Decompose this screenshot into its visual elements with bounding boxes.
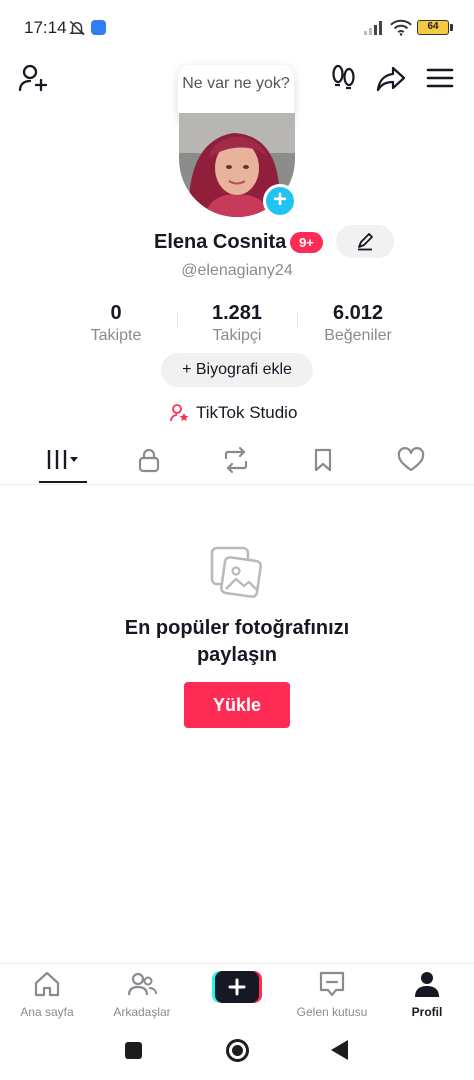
studio-label: TikTok Studio: [196, 403, 298, 422]
edit-profile-button[interactable]: [336, 225, 394, 258]
stat-label: Takipçi: [212, 327, 262, 344]
create-plus-button[interactable]: [212, 971, 262, 1003]
menu-icon[interactable]: [424, 62, 456, 94]
stat-value: 1.281: [211, 302, 263, 324]
tab-saved[interactable]: [283, 440, 363, 480]
wifi-icon: [390, 19, 412, 36]
tab-private[interactable]: [109, 440, 189, 480]
battery-level: 64: [427, 21, 439, 32]
active-tab-indicator: [39, 481, 87, 483]
battery-tip: [450, 24, 453, 31]
stat-label: Beğeniler: [324, 327, 392, 344]
stat-likes[interactable]: 6.012 Beğeniler: [298, 302, 418, 345]
battery-icon: 64: [417, 20, 449, 35]
nav-label: Profil: [411, 1005, 443, 1019]
home-button-dot: [232, 1045, 243, 1056]
repost-icon: [224, 447, 248, 473]
profile-handle: @elenagiany24: [181, 262, 293, 279]
stat-followers[interactable]: 1.281 Takipçi: [177, 302, 297, 345]
nav-home[interactable]: Ana sayfa: [0, 970, 94, 1019]
empty-state-title: En popüler fotoğrafınızı paylaşın: [0, 615, 474, 669]
nav-label: Ana sayfa: [20, 1005, 74, 1019]
nav-profile[interactable]: Profil: [380, 970, 474, 1019]
nav-label: Gelen kutusu: [296, 1005, 368, 1019]
home-icon: [34, 971, 60, 997]
photos-icon: [210, 546, 262, 598]
heart-icon: [397, 447, 425, 472]
signal-icon: [364, 21, 382, 35]
tabs-divider: [0, 484, 474, 485]
nav-friends[interactable]: Arkadaşlar: [95, 970, 189, 1019]
add-friend-icon[interactable]: [18, 62, 50, 94]
recents-button[interactable]: [125, 1042, 142, 1059]
upload-button[interactable]: Yükle: [184, 682, 290, 728]
add-avatar-button[interactable]: +: [263, 184, 297, 218]
app-notification-icon: [91, 20, 106, 35]
bell-muted-icon: [69, 20, 85, 36]
add-bio-button[interactable]: + Biyografi ekle: [161, 353, 313, 387]
inbox-icon: [319, 971, 345, 997]
pencil-icon: [358, 233, 373, 251]
bottom-nav-divider: [0, 963, 474, 964]
stat-value: 0: [110, 302, 122, 324]
back-button[interactable]: [331, 1040, 348, 1060]
stat-following[interactable]: 0 Takipte: [56, 302, 176, 345]
notification-badge[interactable]: 9+: [290, 232, 323, 253]
nav-inbox[interactable]: Gelen kutusu: [285, 970, 379, 1019]
tiktok-studio-link[interactable]: TikTok Studio: [170, 402, 297, 424]
videos-grid-icon: [47, 450, 78, 469]
empty-state-text: En popüler fotoğrafınızı paylaşın: [124, 617, 350, 666]
tab-reposts[interactable]: [196, 440, 276, 480]
tab-liked[interactable]: [371, 440, 451, 480]
friends-icon: [127, 972, 157, 996]
bookmark-icon: [314, 448, 332, 472]
studio-icon: [170, 404, 189, 422]
stat-value: 6.012: [332, 302, 384, 324]
status-time: 17:14: [24, 18, 67, 37]
profile-icon: [415, 972, 439, 997]
share-icon[interactable]: [375, 62, 407, 94]
profile-name: Elena Cosnita: [154, 231, 287, 253]
footprints-icon[interactable]: [328, 62, 360, 94]
stat-label: Takipte: [90, 327, 142, 344]
tooltip-text: Ne var ne yok?: [182, 75, 290, 92]
nav-label: Arkadaşlar: [113, 1005, 171, 1019]
tab-videos[interactable]: [23, 440, 103, 480]
lock-icon: [138, 448, 160, 473]
